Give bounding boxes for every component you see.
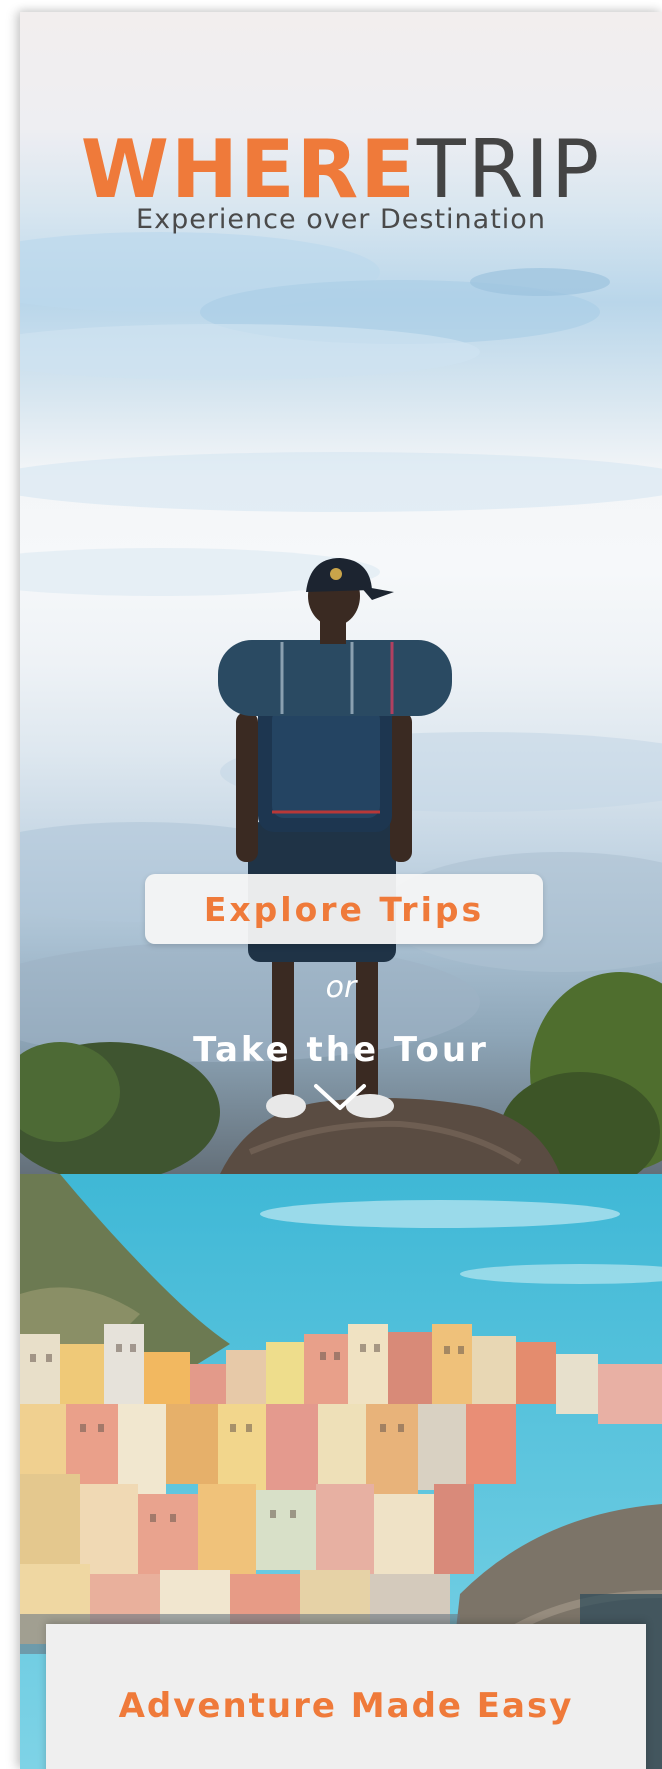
separator-text: or [325, 970, 357, 1005]
feature-section: Adventure Made Easy [20, 1174, 662, 1769]
brand-tagline: Experience over Destination [136, 204, 546, 235]
take-tour-link[interactable]: Take the Tour [20, 1030, 662, 1070]
brand-name-rest: TRIP [416, 123, 602, 216]
chevron-down-icon[interactable] [312, 1082, 368, 1114]
brand-logo[interactable]: WHERETRIP [20, 128, 662, 212]
feature-card-title: Adventure Made Easy [118, 1686, 574, 1726]
hero-section: WHERETRIP Experience over Destination Ex… [20, 12, 662, 1174]
brand-name-highlight: WHERE [80, 123, 417, 216]
app-frame: WHERETRIP Experience over Destination Ex… [20, 12, 662, 1769]
feature-card: Adventure Made Easy [46, 1624, 646, 1769]
explore-trips-button[interactable]: Explore Trips [145, 874, 543, 944]
